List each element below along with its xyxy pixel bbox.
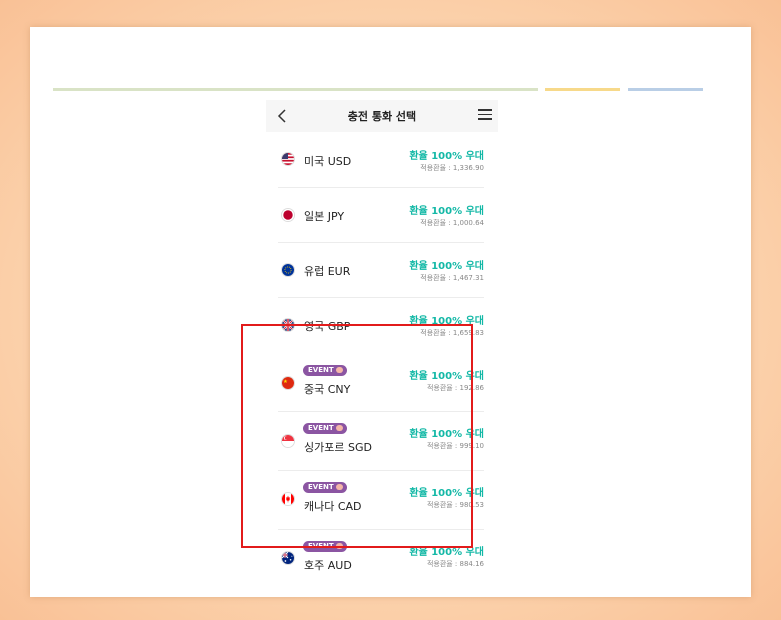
applied-rate: 적용환율 : 980.53 — [426, 501, 484, 509]
currency-name: 호주 AUD — [304, 559, 352, 572]
event-badge: EVENT — [303, 482, 347, 493]
menu-button[interactable] — [478, 109, 492, 121]
au-flag-icon — [281, 551, 295, 565]
rate-benefit: 환율 100% 우대 — [409, 429, 484, 440]
uk-flag-icon — [281, 318, 295, 332]
currency-name: 싱가포르 SGD — [304, 441, 372, 454]
rate-benefit: 환율 100% 우대 — [409, 261, 484, 272]
applied-rate: 적용환율 : 999.10 — [426, 442, 484, 450]
applied-rate: 적용환율 : 1,336.90 — [420, 164, 484, 172]
rate-benefit: 환율 100% 우대 — [409, 547, 484, 558]
event-badge: EVENT — [303, 365, 347, 376]
coin-icon — [335, 367, 343, 373]
currency-row-gbp[interactable]: 영국 GBP 환율 100% 우대 적용환율 : 1,659.83 — [278, 298, 484, 352]
currency-name: 일본 JPY — [304, 210, 345, 223]
coin-icon — [335, 484, 343, 490]
rate-benefit: 환율 100% 우대 — [409, 151, 484, 162]
currency-row-sgd[interactable]: EVENT 싱가포르 SGD 환율 100% 우대 적용환율 : 999.10 — [278, 412, 484, 471]
coin-icon — [335, 425, 343, 431]
content-card: 충전 통화 선택 미국 USD 환율 100% 우대 적용환율 : 1,336.… — [30, 27, 751, 597]
applied-rate: 적용환율 : 884.16 — [426, 560, 484, 568]
currency-name: 미국 USD — [304, 155, 352, 168]
currency-name: 유럽 EUR — [304, 265, 351, 278]
currency-row-cad[interactable]: EVENT 캐나다 CAD 환율 100% 우대 적용환율 : 980.53 — [278, 471, 484, 530]
currency-row-jpy[interactable]: 일본 JPY 환율 100% 우대 적용환율 : 1,000.64 — [278, 188, 484, 243]
progress-bar-3 — [628, 88, 703, 91]
currency-select-screen: 충전 통화 선택 미국 USD 환율 100% 우대 적용환율 : 1,336.… — [266, 100, 498, 597]
progress-bar-2 — [545, 88, 620, 91]
currency-name: 중국 CNY — [304, 383, 351, 396]
coin-icon — [335, 543, 343, 549]
rate-benefit: 환율 100% 우대 — [409, 206, 484, 217]
rate-benefit: 환율 100% 우대 — [409, 488, 484, 499]
page-title: 충전 통화 선택 — [347, 110, 417, 123]
header: 충전 통화 선택 — [266, 100, 498, 132]
applied-rate: 적용환율 : 1,467.31 — [420, 274, 484, 282]
progress-bar-1 — [53, 88, 538, 91]
hamburger-icon — [478, 109, 492, 111]
applied-rate: 적용환율 : 192.86 — [426, 384, 484, 392]
rate-benefit: 환율 100% 우대 — [409, 316, 484, 327]
event-badge: EVENT — [303, 541, 347, 552]
jp-flag-icon — [281, 208, 295, 222]
applied-rate: 적용환율 : 1,659.83 — [420, 329, 484, 337]
currency-row-usd[interactable]: 미국 USD 환율 100% 우대 적용환율 : 1,336.90 — [278, 132, 484, 188]
sg-flag-icon — [281, 434, 295, 448]
currency-name: 영국 GBP — [304, 320, 351, 333]
currency-row-eur[interactable]: 유럽 EUR 환율 100% 우대 적용환율 : 1,467.31 — [278, 243, 484, 298]
currency-name: 캐나다 CAD — [304, 500, 362, 513]
rate-benefit: 환율 100% 우대 — [409, 371, 484, 382]
eu-flag-icon — [281, 263, 295, 277]
ca-flag-icon — [281, 492, 295, 506]
applied-rate: 적용환율 : 1,000.64 — [420, 219, 484, 227]
currency-row-cny[interactable]: EVENT 중국 CNY 환율 100% 우대 적용환율 : 192.86 — [278, 353, 484, 412]
event-badge: EVENT — [303, 423, 347, 434]
us-flag-icon — [281, 152, 295, 166]
currency-row-aud[interactable]: EVENT 호주 AUD 환율 100% 우대 적용환율 : 884.16 — [278, 530, 484, 588]
cn-flag-icon — [281, 376, 295, 390]
